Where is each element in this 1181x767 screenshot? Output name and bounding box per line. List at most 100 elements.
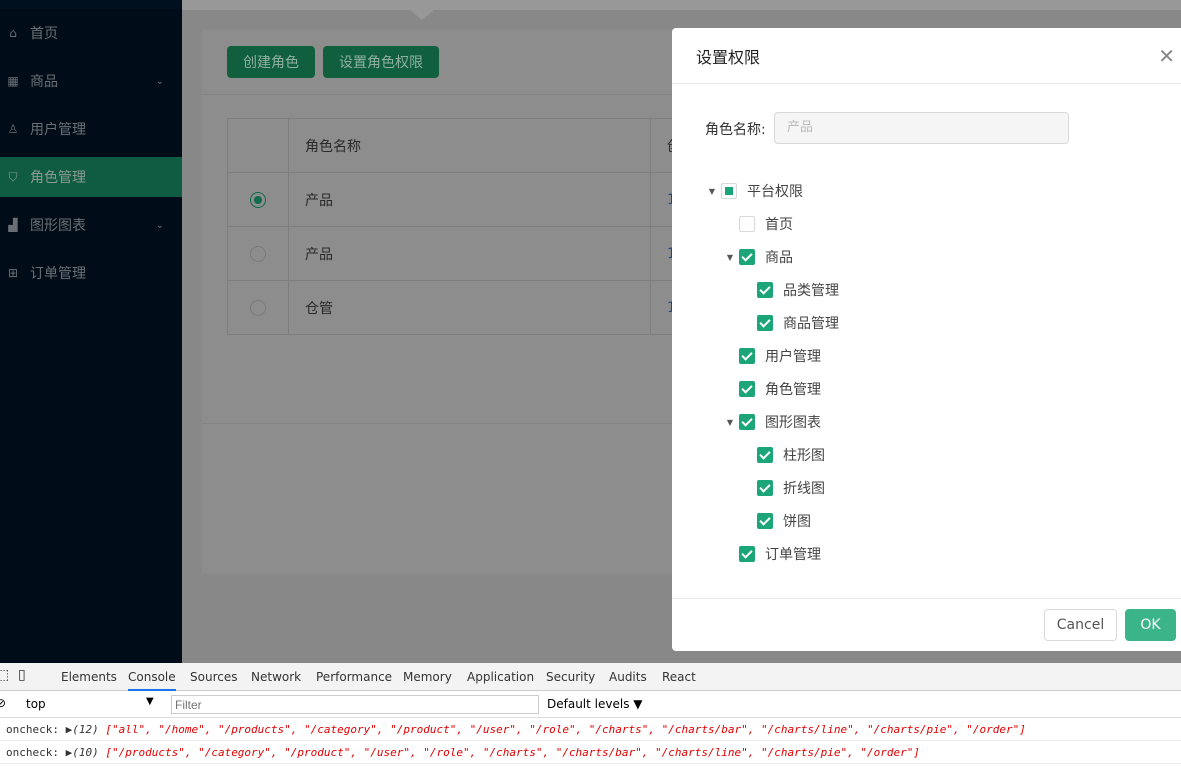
table-row[interactable]: 产品 1 (227, 226, 711, 281)
select-column-header (227, 118, 289, 173)
devtools-tab-react[interactable]: React (662, 670, 696, 684)
tree-checkbox[interactable] (739, 249, 755, 265)
tree-node-label: 图形图表 (765, 415, 821, 431)
tree-checkbox[interactable] (739, 348, 755, 364)
devtools-tab-network[interactable]: Network (251, 670, 301, 684)
devtools-tabs: ⬚ ▯ Elements Console Sources Network Perform… (0, 663, 1181, 691)
row-radio[interactable] (250, 191, 266, 208)
device-toggle-icon[interactable]: ▯ (18, 667, 26, 683)
console-log-row: oncheck: ▶(12) ["all", "/home", "/produc… (0, 718, 1181, 741)
tree-node[interactable]: ▼ 平台权限 (705, 179, 803, 203)
tree-node[interactable]: 商品管理 (741, 311, 839, 335)
clear-console-icon[interactable]: ⊘ (0, 696, 6, 710)
console-log-row: oncheck: ▶(10) ["/products", "/category"… (0, 741, 1181, 764)
safety-icon: ⛉ (8, 169, 18, 184)
tree-node-label: 商品 (765, 250, 793, 266)
devtools-tab-elements[interactable]: Elements (61, 670, 117, 684)
row-radio[interactable] (250, 299, 266, 316)
tree-checkbox[interactable] (757, 480, 773, 496)
ok-button[interactable]: OK (1125, 609, 1176, 641)
sidebar-item-5[interactable]: ⊞ 订单管理 (0, 253, 182, 293)
role-name-cell: 产品 (288, 226, 651, 281)
sidebar-item-3[interactable]: ⛉ 角色管理 (0, 157, 182, 197)
tree-node-label: 商品管理 (783, 316, 839, 332)
home-icon: ⌂ (9, 26, 17, 40)
tree-checkbox[interactable] (757, 315, 773, 331)
inspect-icon[interactable]: ⬚ (0, 667, 9, 683)
logo-area (0, 0, 182, 9)
tree-node[interactable]: 柱形图 (741, 443, 825, 467)
header-notch (410, 10, 434, 20)
tree-checkbox[interactable] (757, 282, 773, 298)
set-role-permission-button[interactable]: 设置角色权限 (323, 46, 439, 78)
sidebar-item-0[interactable]: ⌂ 首页 (0, 13, 182, 53)
tree-node-label: 饼图 (783, 514, 811, 530)
tree-node[interactable]: 品类管理 (741, 278, 839, 302)
tree-checkbox[interactable] (739, 216, 755, 232)
tree-node[interactable]: 饼图 (741, 509, 811, 533)
devtools-tab-security[interactable]: Security (546, 670, 595, 684)
caret-down-icon[interactable]: ▼ (723, 418, 737, 427)
devtools-tab-console[interactable]: Console (128, 670, 176, 691)
close-icon[interactable]: ✕ (1158, 44, 1175, 68)
log-value: ["all", "/home", "/products", "/category… (105, 723, 1026, 736)
row-select-cell (227, 226, 289, 281)
create-role-button[interactable]: 创建角色 (227, 46, 315, 78)
tree-node-label: 折线图 (783, 481, 825, 497)
log-count: (10) (72, 746, 99, 759)
role-name-cell: 产品 (288, 172, 651, 227)
tree-checkbox[interactable] (739, 546, 755, 562)
caret-down-icon[interactable]: ▼ (723, 253, 737, 262)
row-radio[interactable] (250, 245, 266, 262)
log-prefix: oncheck: (6, 746, 59, 759)
tree-node[interactable]: 折线图 (741, 476, 825, 500)
sidebar-item-label: 用户管理 (30, 122, 86, 138)
sidebar: ⌂ 首页 ▦ 商品 ⌄ ♙ 用户管理 ⛉ 角色管理 ▟ 图形图表 ⌄ ⊞ 订单管… (0, 0, 182, 663)
tree-node[interactable]: 订单管理 (723, 542, 821, 566)
tree-checkbox[interactable] (757, 513, 773, 529)
tree-checkbox[interactable] (757, 447, 773, 463)
sidebar-item-label: 首页 (30, 26, 58, 42)
sidebar-item-1[interactable]: ▦ 商品 ⌄ (0, 61, 182, 101)
sidebar-item-label: 商品 (30, 74, 58, 90)
sidebar-item-2[interactable]: ♙ 用户管理 (0, 109, 182, 149)
row-select-cell (227, 172, 289, 227)
tree-node-label: 订单管理 (765, 547, 821, 563)
role-name-column-header: 角色名称 (288, 118, 651, 173)
sidebar-item-label: 图形图表 (30, 218, 86, 234)
tree-node[interactable]: ▼ 商品 (723, 245, 793, 269)
sidebar-item-4[interactable]: ▟ 图形图表 ⌄ (0, 205, 182, 245)
tree-node[interactable]: 首页 (723, 212, 793, 236)
log-prefix: oncheck: (6, 723, 59, 736)
windows-icon: ⊞ (7, 266, 19, 280)
caret-down-icon[interactable]: ▼ (705, 187, 719, 196)
devtools-tab-performance[interactable]: Performance (316, 670, 392, 684)
log-levels-select[interactable]: Default levels ▼ (547, 697, 643, 711)
table-row[interactable]: 产品 1 (227, 172, 711, 227)
tree-node-label: 平台权限 (747, 184, 803, 200)
tree-node[interactable]: 用户管理 (723, 344, 821, 368)
devtools-tab-application[interactable]: Application (467, 670, 534, 684)
chevron-down-icon: ⌄ (155, 75, 164, 87)
tree-checkbox[interactable] (739, 381, 755, 397)
table-row[interactable]: 仓管 1 (227, 280, 711, 335)
devtools-tab-audits[interactable]: Audits (609, 670, 647, 684)
modal-footer-divider (672, 598, 1181, 599)
tree-node[interactable]: 角色管理 (723, 377, 821, 401)
tree-checkbox[interactable] (721, 183, 737, 199)
devtools-tab-memory[interactable]: Memory (403, 670, 452, 684)
set-permission-modal: 设置权限 ✕ 角色名称: 产品 ▼ 平台权限 首页 ▼ 商品 品类管理 商品管理… (672, 28, 1181, 651)
area-chart-icon: ▟ (8, 218, 18, 232)
console-filter-input[interactable] (171, 695, 539, 714)
tree-checkbox[interactable] (739, 414, 755, 430)
context-dropdown-icon[interactable]: ▼ (146, 696, 154, 707)
tree-node[interactable]: ▼ 图形图表 (723, 410, 821, 434)
tree-node-label: 用户管理 (765, 349, 821, 365)
devtools-tab-sources[interactable]: Sources (190, 670, 237, 684)
context-select[interactable]: top (26, 697, 46, 711)
appstore-icon: ▦ (7, 74, 19, 88)
role-name-input[interactable]: 产品 (774, 112, 1069, 144)
cancel-button[interactable]: Cancel (1044, 609, 1117, 641)
sidebar-item-label: 角色管理 (30, 170, 86, 186)
tree-node-label: 首页 (765, 217, 793, 233)
